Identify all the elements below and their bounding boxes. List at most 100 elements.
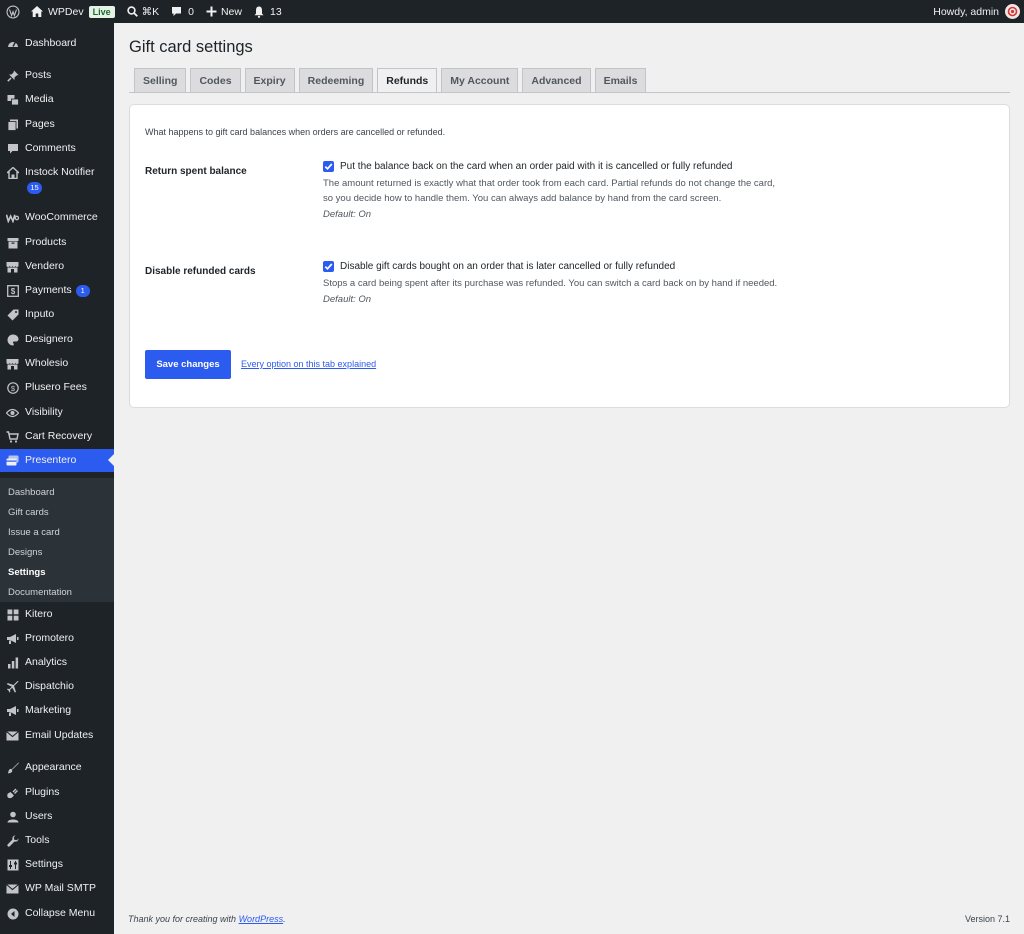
sidebar-item-dashboard[interactable]: Dashboard bbox=[0, 37, 114, 50]
megaphone-icon bbox=[6, 632, 19, 645]
sidebar-item-label: Appearance bbox=[25, 761, 82, 774]
avatar bbox=[1005, 4, 1020, 19]
sidebar-item-text: Wholesio bbox=[25, 357, 69, 369]
sidebar-item-visibility[interactable]: Visibility bbox=[0, 406, 114, 419]
sidebar-item-label: Media bbox=[25, 93, 54, 106]
sidebar-item-analytics[interactable]: Analytics bbox=[0, 656, 114, 669]
sidebar-item-plugins[interactable]: Plugins bbox=[0, 786, 114, 799]
tab-expiry[interactable]: Expiry bbox=[244, 68, 295, 92]
sidebar-item-products[interactable]: Products bbox=[0, 236, 114, 249]
greeting: Howdy, admin bbox=[933, 5, 999, 18]
sidebar-item-designero[interactable]: Designero bbox=[0, 333, 114, 346]
new-content-link[interactable]: New bbox=[200, 0, 248, 23]
sidebar-item-dispatchio[interactable]: Dispatchio bbox=[0, 680, 114, 693]
settings-tabs: Selling Codes Expiry Redeeming Refunds My Acc… bbox=[134, 68, 650, 93]
sidebar-item-text: Cart Recovery bbox=[25, 430, 93, 442]
submenu-item-settings[interactable]: Settings bbox=[8, 567, 45, 579]
account-menu[interactable]: Howdy, admin bbox=[927, 0, 1024, 23]
sidebar-item-vendero[interactable]: Vendero bbox=[0, 260, 114, 273]
sidebar-item-posts[interactable]: Posts bbox=[0, 69, 114, 82]
tab-refunds[interactable]: Refunds bbox=[377, 68, 438, 93]
submenu-item-dashboard[interactable]: Dashboard bbox=[8, 487, 54, 499]
bars-icon bbox=[6, 656, 19, 669]
sidebar-item-label: Inputo bbox=[25, 308, 54, 321]
return-balance-checkbox[interactable] bbox=[323, 161, 334, 172]
sidebar-item-text: Products bbox=[25, 236, 67, 248]
submenu-item-gift-cards[interactable]: Gift cards bbox=[8, 507, 49, 519]
new-label: New bbox=[220, 5, 242, 18]
palette-icon bbox=[6, 333, 19, 346]
sidebar-item-users[interactable]: Users bbox=[0, 810, 114, 823]
sidebar-item-email-updates[interactable]: Email Updates bbox=[0, 729, 114, 742]
tab-redeeming[interactable]: Redeeming bbox=[298, 68, 374, 92]
sidebar-item-tools[interactable]: Tools bbox=[0, 834, 114, 847]
return-balance-checkbox-label: Put the balance back on the card when an… bbox=[340, 161, 733, 172]
sidebar-item-instock-notifier[interactable]: Instock Notifier 15 bbox=[0, 166, 114, 194]
sidebar-item-pages[interactable]: Pages bbox=[0, 118, 114, 131]
sidebar-item-label: WP Mail SMTP bbox=[25, 882, 96, 895]
tab-emails[interactable]: Emails bbox=[594, 68, 647, 92]
sliders-icon bbox=[6, 858, 19, 871]
cart-icon bbox=[6, 430, 19, 443]
save-changes-button[interactable]: Save changes bbox=[145, 350, 231, 379]
sidebar-item-text: Dispatchio bbox=[25, 680, 75, 692]
return-balance-description: The amount returned is exactly what that… bbox=[323, 178, 776, 204]
sidebar-item-label: Wholesio bbox=[25, 357, 68, 370]
sidebar-item-text: Plugins bbox=[25, 786, 60, 798]
sidebar-item-plusero-fees[interactable]: $ Plusero Fees bbox=[0, 381, 114, 394]
sidebar-item-media[interactable]: Media bbox=[0, 93, 114, 106]
sidebar-item-wp-mail-smtp[interactable]: WP Mail SMTP bbox=[0, 882, 114, 895]
sidebar-item-text: Inputo bbox=[25, 308, 55, 320]
notifications-link[interactable]: 13 bbox=[248, 0, 288, 23]
sidebar-item-woocommerce[interactable]: WooCommerce bbox=[0, 211, 114, 224]
disable-refunded-checkbox[interactable] bbox=[323, 261, 334, 272]
sidebar-item-text: Instock Notifier bbox=[25, 166, 95, 178]
wordpress-logo-icon[interactable] bbox=[0, 0, 25, 23]
sidebar-item-inputo[interactable]: Inputo bbox=[0, 308, 114, 321]
wordpress-link[interactable]: WordPress bbox=[239, 914, 284, 924]
site-name-link[interactable]: WPDev Live bbox=[25, 0, 121, 23]
sidebar-item-cart-recovery[interactable]: Cart Recovery bbox=[0, 430, 114, 443]
tab-codes[interactable]: Codes bbox=[190, 68, 241, 92]
submenu-item-designs[interactable]: Designs bbox=[8, 547, 42, 559]
sidebar-item-appearance[interactable]: Appearance bbox=[0, 761, 114, 774]
gift-cards-icon bbox=[6, 454, 19, 467]
submenu-item-documentation[interactable]: Documentation bbox=[8, 587, 72, 599]
live-badge: Live bbox=[88, 5, 115, 18]
wrench-icon bbox=[6, 834, 19, 847]
options-explained-link[interactable]: Every option on this tab explained bbox=[241, 359, 376, 369]
command-palette-button[interactable]: ⌘K bbox=[121, 0, 166, 23]
notifications-count: 13 bbox=[269, 5, 282, 18]
sidebar-item-comments[interactable]: Comments bbox=[0, 142, 114, 155]
comments-count: 0 bbox=[188, 5, 194, 18]
sidebar-item-text: Comments bbox=[25, 142, 76, 154]
sidebar-item-label: Tools bbox=[25, 834, 50, 847]
sidebar-item-marketing[interactable]: Marketing bbox=[0, 704, 114, 717]
return-balance-option[interactable]: Put the balance back on the card when an… bbox=[323, 161, 783, 172]
comments-link[interactable]: 0 bbox=[165, 0, 200, 23]
svg-text:$: $ bbox=[10, 287, 15, 296]
sidebar-item-label: Pages bbox=[25, 118, 55, 131]
submenu-item-issue-a-card[interactable]: Issue a card bbox=[8, 527, 60, 539]
sidebar-item-label: Instock Notifier 15 bbox=[25, 166, 94, 194]
tab-advanced[interactable]: Advanced bbox=[522, 68, 591, 92]
footer-version: Version 7.1 bbox=[964, 914, 1010, 924]
count-badge: 15 bbox=[27, 182, 42, 194]
sidebar-item-settings[interactable]: Settings bbox=[0, 858, 114, 871]
sidebar-item-label: Promotero bbox=[25, 632, 74, 645]
pages-icon bbox=[6, 118, 19, 131]
tab-my-account[interactable]: My Account bbox=[441, 68, 519, 92]
disable-refunded-option[interactable]: Disable gift cards bought on an order th… bbox=[323, 261, 783, 272]
sidebar-item-text: Pages bbox=[25, 118, 55, 130]
collapse-icon bbox=[6, 907, 19, 920]
sidebar-item-text: Dashboard bbox=[25, 37, 77, 49]
sidebar-item-text: WooCommerce bbox=[25, 211, 98, 223]
tab-selling[interactable]: Selling bbox=[134, 68, 187, 92]
sidebar-item-collapse-menu[interactable]: Collapse Menu bbox=[0, 907, 114, 920]
sidebar-item-wholesio[interactable]: Wholesio bbox=[0, 357, 114, 370]
sidebar-item-promotero[interactable]: Promotero bbox=[0, 632, 114, 645]
sidebar-item-payments[interactable]: $ Payments 1 bbox=[0, 284, 114, 297]
sidebar-item-kitero[interactable]: Kitero bbox=[0, 608, 114, 621]
sidebar-item-presentero[interactable]: Presentero bbox=[0, 449, 114, 472]
disable-refunded-default: Default: On bbox=[323, 294, 372, 305]
